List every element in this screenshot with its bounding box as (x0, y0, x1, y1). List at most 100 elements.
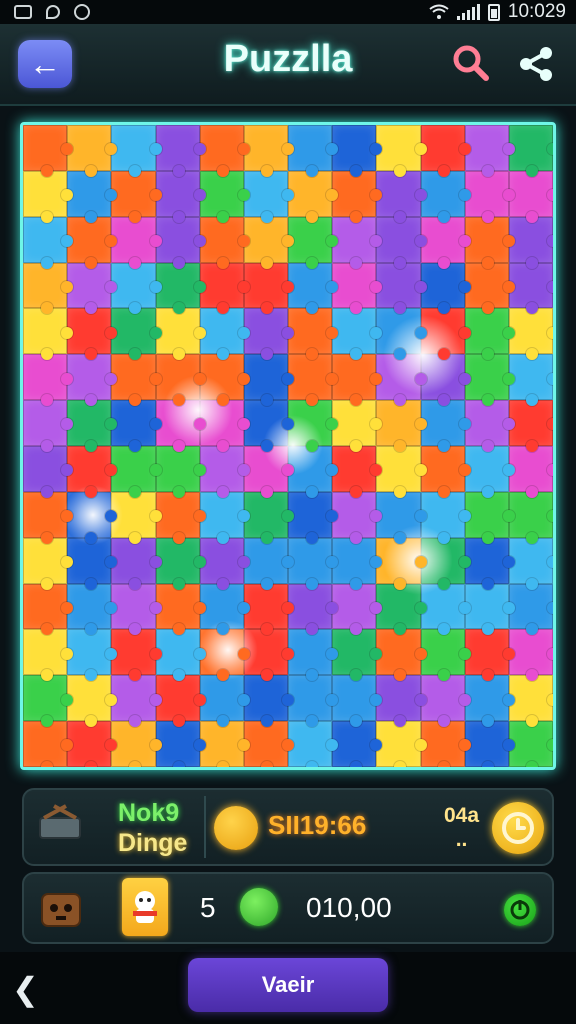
puzzle-piece[interactable] (420, 400, 471, 452)
puzzle-piece[interactable] (288, 446, 339, 498)
puzzle-piece[interactable] (332, 537, 383, 590)
puzzle-piece[interactable] (288, 262, 339, 315)
puzzle-piece[interactable] (376, 537, 427, 590)
puzzle-piece[interactable] (111, 721, 162, 767)
puzzle-piece[interactable] (23, 537, 74, 590)
puzzle-piece[interactable] (420, 583, 471, 636)
puzzle-piece[interactable] (199, 170, 251, 223)
puzzle-piece[interactable] (243, 400, 295, 452)
puzzle-piece[interactable] (23, 583, 74, 636)
puzzle-piece[interactable] (199, 491, 251, 544)
puzzle-piece[interactable] (332, 216, 383, 269)
share-button[interactable] (514, 42, 558, 86)
puzzle-piece[interactable] (288, 675, 339, 727)
puzzle-piece[interactable] (243, 446, 295, 498)
puzzle-piece[interactable] (376, 675, 427, 727)
puzzle-piece[interactable] (67, 262, 118, 315)
puzzle-piece[interactable] (67, 170, 118, 223)
treasure-chest-icon[interactable] (36, 886, 86, 932)
puzzle-piece[interactable] (288, 537, 339, 590)
puzzle-piece[interactable] (464, 583, 516, 636)
puzzle-piece[interactable] (464, 629, 516, 682)
puzzle-piece[interactable] (332, 583, 383, 636)
puzzle-piece[interactable] (332, 721, 383, 767)
puzzle-piece[interactable] (199, 125, 251, 177)
puzzle-piece[interactable] (508, 675, 553, 727)
puzzle-piece[interactable] (376, 583, 427, 636)
puzzle-piece[interactable] (67, 216, 118, 269)
puzzle-piece[interactable] (67, 721, 118, 767)
puzzle-piece[interactable] (23, 308, 74, 361)
puzzle-piece[interactable] (155, 216, 206, 269)
puzzle-piece[interactable] (155, 125, 206, 177)
puzzle-piece[interactable] (243, 491, 295, 544)
puzzle-piece[interactable] (199, 216, 251, 269)
puzzle-piece[interactable] (420, 446, 471, 498)
puzzle-piece[interactable] (155, 308, 206, 361)
puzzle-piece[interactable] (464, 125, 516, 177)
puzzle-piece[interactable] (111, 262, 162, 315)
puzzle-piece[interactable] (464, 675, 516, 727)
puzzle-piece[interactable] (288, 354, 339, 406)
puzzle-piece[interactable] (67, 537, 118, 590)
puzzle-board[interactable] (20, 122, 556, 770)
puzzle-piece[interactable] (243, 583, 295, 636)
puzzle-piece[interactable] (464, 262, 516, 315)
puzzle-piece[interactable] (155, 491, 206, 544)
puzzle-piece[interactable] (288, 216, 339, 269)
puzzle-piece[interactable] (155, 400, 206, 452)
puzzle-piece[interactable] (199, 354, 251, 406)
puzzle-piece[interactable] (155, 721, 206, 767)
puzzle-piece[interactable] (67, 308, 118, 361)
search-button[interactable] (448, 40, 494, 86)
main-action-button[interactable]: Vaeir (188, 958, 388, 1012)
puzzle-piece[interactable] (199, 583, 251, 636)
character-card-button[interactable] (122, 878, 168, 936)
puzzle-piece[interactable] (199, 629, 251, 682)
puzzle-piece[interactable] (23, 400, 74, 452)
puzzle-piece[interactable] (199, 262, 251, 315)
puzzle-piece[interactable] (199, 308, 251, 361)
puzzle-piece[interactable] (111, 446, 162, 498)
puzzle-piece[interactable] (420, 170, 471, 223)
puzzle-piece[interactable] (288, 629, 339, 682)
puzzle-piece[interactable] (332, 354, 383, 406)
puzzle-piece[interactable] (332, 491, 383, 544)
puzzle-piece[interactable] (23, 354, 74, 406)
puzzle-piece[interactable] (23, 721, 74, 767)
puzzle-piece[interactable] (243, 354, 295, 406)
puzzle-piece[interactable] (243, 629, 295, 682)
puzzle-piece[interactable] (155, 583, 206, 636)
puzzle-piece[interactable] (199, 675, 251, 727)
puzzle-piece[interactable] (155, 170, 206, 223)
puzzle-piece[interactable] (508, 125, 553, 177)
puzzle-piece[interactable] (332, 262, 383, 315)
puzzle-piece[interactable] (111, 583, 162, 636)
puzzle-piece[interactable] (111, 125, 162, 177)
puzzle-piece[interactable] (288, 125, 339, 177)
puzzle-piece[interactable] (376, 491, 427, 544)
puzzle-piece[interactable] (243, 675, 295, 727)
puzzle-piece[interactable] (67, 491, 118, 544)
puzzle-piece[interactable] (243, 308, 295, 361)
puzzle-piece[interactable] (508, 446, 553, 498)
puzzle-piece[interactable] (23, 125, 74, 177)
puzzle-piece[interactable] (464, 721, 516, 767)
puzzle-piece[interactable] (288, 491, 339, 544)
puzzle-piece[interactable] (332, 308, 383, 361)
puzzle-piece[interactable] (420, 721, 471, 767)
puzzle-piece[interactable] (464, 446, 516, 498)
puzzle-piece[interactable] (23, 170, 74, 223)
puzzle-piece[interactable] (155, 675, 206, 727)
puzzle-piece[interactable] (376, 308, 427, 361)
puzzle-piece[interactable] (243, 262, 295, 315)
puzzle-piece[interactable] (376, 216, 427, 269)
puzzle-piece[interactable] (376, 125, 427, 177)
puzzle-piece[interactable] (111, 354, 162, 406)
puzzle-piece[interactable] (332, 400, 383, 452)
puzzle-piece[interactable] (243, 170, 295, 223)
puzzle-piece[interactable] (420, 675, 471, 727)
puzzle-piece[interactable] (464, 308, 516, 361)
puzzle-piece[interactable] (508, 262, 553, 315)
puzzle-piece[interactable] (332, 125, 383, 177)
